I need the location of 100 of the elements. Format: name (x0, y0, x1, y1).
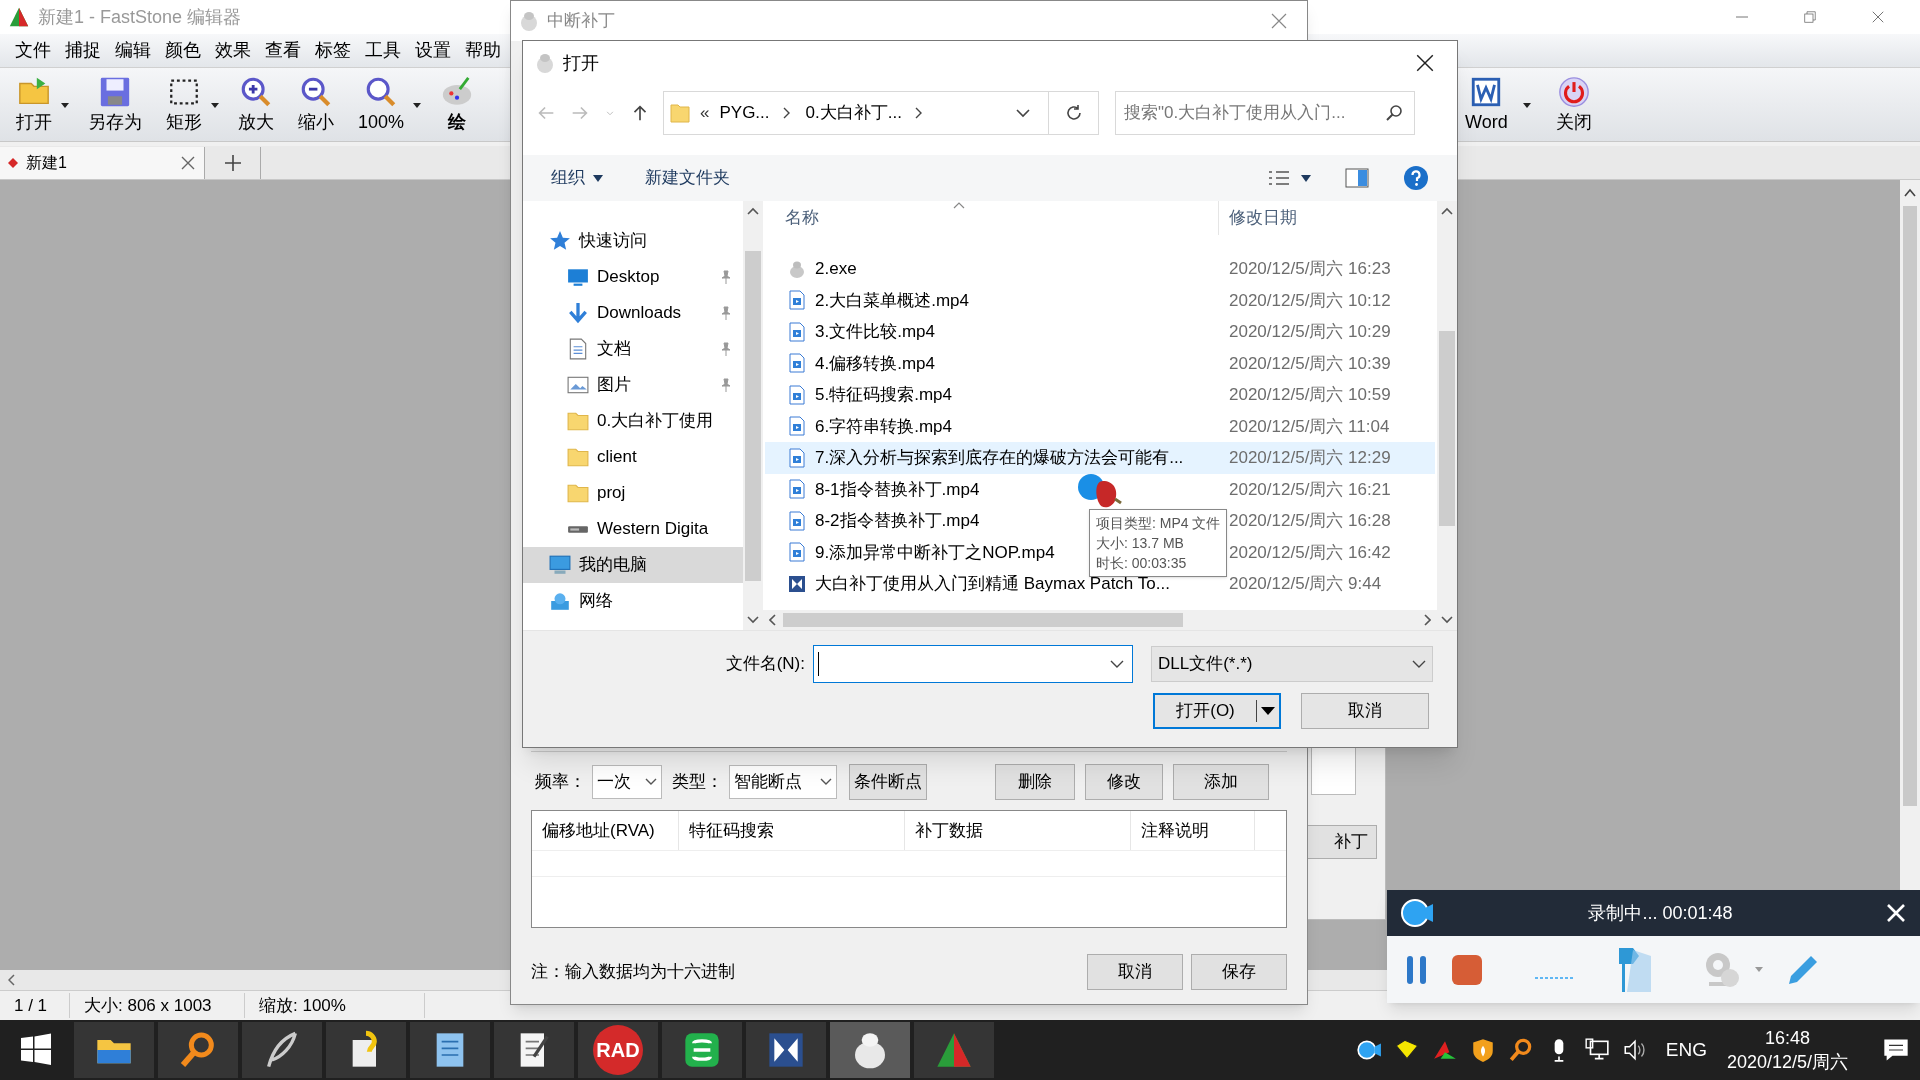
nav-item[interactable]: Western Digita (523, 511, 743, 547)
file-name[interactable]: 3.文件比较.mp4 (815, 322, 935, 341)
dialog-button[interactable]: 保存 (1191, 954, 1287, 990)
dialog-button[interactable]: 删除 (995, 764, 1075, 800)
language-indicator[interactable]: ENG (1665, 1035, 1707, 1065)
pin-icon[interactable] (719, 306, 733, 320)
search-field[interactable]: 搜索"0.大白补丁使用从入门... (1115, 91, 1415, 135)
scroll-up-icon[interactable] (1904, 188, 1916, 198)
nav-item[interactable]: 我的电脑 (523, 547, 743, 583)
pin-icon[interactable] (719, 342, 733, 356)
toolbar-button[interactable]: 100% (348, 69, 415, 140)
scroll-left-icon[interactable] (8, 974, 16, 986)
taskbar-app-button[interactable]: RAD (578, 1022, 658, 1078)
column-header[interactable]: 修改日期 (1219, 205, 1297, 231)
new-folder-button[interactable]: 新建文件夹 (645, 165, 730, 191)
pin-icon[interactable] (719, 378, 733, 392)
file-name[interactable]: 7.深入分析与探索到底存在的爆破方法会可能有... (815, 448, 1184, 467)
pin-icon[interactable] (719, 270, 733, 284)
dialog-button[interactable]: 添加 (1173, 764, 1269, 800)
stop-icon[interactable] (1451, 953, 1483, 986)
menu-item[interactable]: 工具 (358, 37, 408, 64)
scrollbar-thumb[interactable] (1439, 331, 1455, 526)
file-row[interactable]: 7.深入分析与探索到底存在的爆破方法会可能有... 2020/12/5/周六 12:29 (765, 442, 1435, 474)
dialog-button[interactable]: 修改 (1085, 764, 1163, 800)
taskbar-app-button[interactable] (326, 1022, 406, 1078)
scroll-up-icon[interactable] (1441, 207, 1453, 215)
filename-field[interactable] (813, 645, 1133, 683)
toolbar-button[interactable]: 放大 (228, 69, 284, 140)
file-name[interactable]: 8-2指令替换补丁.mp4 (815, 511, 980, 530)
dropdown[interactable]: 智能断点 (729, 765, 837, 799)
menu-item[interactable]: 文件 (8, 37, 58, 64)
menu-item[interactable]: 标签 (308, 37, 358, 64)
address-bar[interactable]: « PYG... 0.大白补丁... (663, 91, 1099, 135)
taskbar-app-button[interactable] (746, 1022, 826, 1078)
dialog-button[interactable]: 取消 (1087, 954, 1183, 990)
toolbar-button[interactable]: 另存为 (78, 69, 152, 140)
file-name[interactable]: 2.大白菜单概述.mp4 (815, 290, 969, 310)
dialog-button[interactable]: 条件断点 (849, 764, 927, 800)
pause-icon[interactable] (1405, 953, 1429, 986)
open-split-button[interactable]: 打开(O) (1153, 693, 1281, 729)
menu-item[interactable]: 编辑 (108, 37, 158, 64)
nav-item[interactable]: 文档 (523, 331, 743, 367)
vertical-scrollbar[interactable] (1437, 201, 1457, 630)
file-type-dropdown[interactable]: DLL文件(*.*) (1151, 646, 1433, 682)
patch-button[interactable]: 补丁 (1307, 825, 1377, 859)
taskbar-app-button[interactable] (242, 1022, 322, 1078)
file-name[interactable]: 2.exe (815, 259, 857, 278)
nav-item[interactable]: 快速访问 (523, 223, 743, 259)
nav-item[interactable]: 0.大白补丁使用 (523, 403, 743, 439)
taskbar-app-button[interactable] (410, 1022, 490, 1078)
file-name[interactable]: 5.特征码搜索.mp4 (815, 385, 952, 404)
tab[interactable]: 新建1 (0, 147, 205, 179)
scroll-right-icon[interactable] (1423, 614, 1431, 626)
file-name[interactable]: 大白补丁使用从入门到精通 Baymax Patch To... (815, 574, 1170, 593)
input-field[interactable] (1311, 745, 1356, 795)
toolbar-button[interactable]: 打开 (6, 69, 62, 140)
cancel-button[interactable]: 取消 (1301, 693, 1429, 729)
scrollbar-thumb[interactable] (783, 613, 1183, 627)
dropdown-arrow-icon[interactable] (412, 101, 423, 108)
nav-item[interactable]: Downloads (523, 295, 743, 331)
scrollbar-thumb[interactable] (1903, 206, 1917, 806)
toolbar-button[interactable]: 绘 (430, 69, 485, 140)
file-name[interactable]: 9.添加异常中断补丁之NOP.mp4 (815, 542, 1055, 562)
menu-item[interactable]: 效果 (208, 37, 258, 64)
file-name[interactable]: 8-1指令替换补丁.mp4 (815, 479, 980, 499)
taskbar-app-button[interactable] (830, 1022, 910, 1078)
scrollbar-thumb[interactable] (745, 250, 761, 581)
magnifier-icon[interactable] (1507, 1037, 1534, 1063)
dropdown-arrow-icon[interactable] (60, 101, 70, 108)
scroll-left-icon[interactable] (769, 614, 777, 626)
menu-item[interactable]: 设置 (408, 37, 458, 64)
nav-item[interactable]: 网络 (523, 583, 743, 619)
menu-item[interactable]: 颜色 (158, 37, 208, 64)
dropdown-arrow-icon[interactable] (210, 101, 220, 108)
scroll-down-icon[interactable] (1441, 616, 1453, 624)
toolbar-button[interactable]: 矩形 (156, 69, 212, 140)
breadcrumb-item[interactable]: 0.大白补丁... (805, 100, 902, 126)
nav-item[interactable]: client (523, 439, 743, 475)
caret-icon[interactable] (1261, 706, 1275, 716)
view-options-button[interactable] (1267, 169, 1311, 187)
menu-item[interactable]: 查看 (258, 37, 308, 64)
scroll-down-icon[interactable] (747, 616, 759, 624)
dropdown[interactable]: 一次 (592, 765, 662, 799)
menu-item[interactable]: 帮助 (458, 37, 508, 64)
taskbar-app-button[interactable] (74, 1022, 154, 1078)
vertical-scrollbar[interactable] (743, 201, 763, 630)
taskbar-app-button[interactable] (494, 1022, 574, 1078)
breadcrumb-item[interactable]: PYG... (719, 100, 770, 126)
help-icon[interactable] (1403, 165, 1429, 191)
speaker-icon[interactable] (1621, 1037, 1648, 1063)
menu-item[interactable]: 捕捉 (58, 37, 108, 64)
preview-pane-icon[interactable] (1345, 168, 1369, 188)
clock[interactable]: 16:48 2020/12/5/周六 (1726, 1026, 1848, 1074)
dropdown-arrow-icon[interactable] (1521, 101, 1532, 108)
taskbar-app-button[interactable] (662, 1022, 742, 1078)
nav-item[interactable]: proj (523, 475, 743, 511)
file-name[interactable]: 4.偏移转换.mp4 (815, 353, 935, 373)
file-name[interactable]: 6.字符串转换.mp4 (815, 416, 952, 436)
column-header[interactable]: 名称 (763, 201, 1219, 235)
taskbar-app-button[interactable] (158, 1022, 238, 1078)
